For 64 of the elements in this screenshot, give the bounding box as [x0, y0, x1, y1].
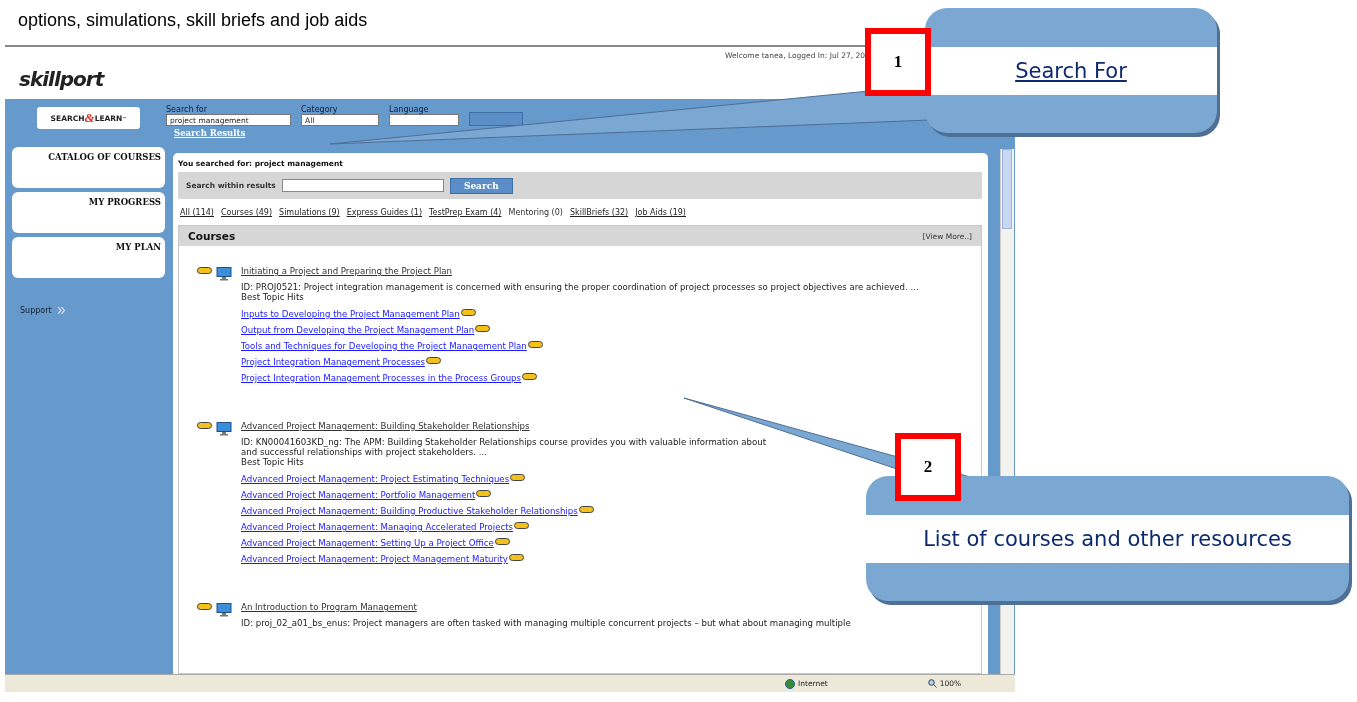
skillport-logo: skillport — [19, 67, 104, 91]
field-label: Search for — [166, 105, 209, 114]
course-description: ID: PROJ0521: Project integration management is concerned with ensuring the proper coordination of project processes so project objectives are achieved. ... — [241, 282, 919, 292]
topic-link[interactable]: Advanced Project Management: Building Productive Stakeholder Relationships — [241, 506, 578, 516]
monitor-icon — [216, 267, 232, 281]
filter-link[interactable]: TestPrep Exam (4) — [429, 208, 502, 217]
topic-link[interactable]: Advanced Project Management: Managing Accelerated Projects — [241, 522, 514, 532]
monitor-icon — [216, 603, 232, 617]
callout-text: List of courses and other resources — [923, 526, 1292, 551]
course-title-link[interactable]: An Introduction to Program Management — [241, 602, 851, 612]
pill-icon — [508, 554, 524, 561]
filter-link[interactable]: Express Guides (1) — [346, 208, 423, 217]
pill-icon — [475, 325, 491, 332]
filter-link[interactable]: All (114) — [180, 208, 214, 217]
filter-link[interactable]: Job Aids (19) — [635, 208, 686, 217]
callout-number: 1 — [865, 28, 931, 96]
field-label: Language — [389, 105, 430, 114]
callout-link[interactable]: Search For — [1015, 58, 1127, 83]
pill-icon — [494, 538, 510, 545]
topic-link[interactable]: Inputs to Developing the Project Management Plan — [241, 309, 460, 319]
topic-link[interactable]: Advanced Project Management: Project Estimating Techniques — [241, 474, 510, 484]
pill-icon — [527, 341, 543, 348]
filter-link[interactable]: Simulations (9) — [279, 208, 340, 217]
input-field[interactable] — [281, 179, 444, 192]
sidebar-nav-item[interactable]: CATALOG OF COURSES — [12, 147, 165, 188]
filter-link[interactable]: SkillBriefs (32) — [569, 208, 629, 217]
pill-icon — [578, 506, 594, 513]
section-title: Courses — [188, 230, 236, 242]
best-topic-hits-label: Best Topic Hits — [241, 457, 305, 468]
topic-link[interactable]: Project Integration Management Processes in the Process Groups — [241, 373, 522, 383]
course-title-link[interactable]: Advanced Project Management: Building Stakeholder Relationships — [241, 421, 767, 431]
course-description: ID: KN00041603KD_ng: The APM: Building Stakeholder Relationships course provides you with valuable information about — [241, 437, 767, 447]
pill-icon — [197, 603, 212, 610]
pill-icon — [476, 490, 492, 497]
double-chevron-icon — [57, 307, 65, 314]
dropdown-field[interactable] — [389, 114, 459, 126]
callout-number: 2 — [895, 433, 961, 501]
topic-link[interactable]: Advanced Project Management: Portfolio Management — [241, 490, 476, 500]
sidebar-nav-item[interactable]: MY PLAN — [12, 237, 165, 278]
topic-link[interactable]: Output from Developing the Project Management Plan — [241, 325, 475, 335]
course-description: ID: proj_02_a01_bs_enus: Project managers are often tasked with managing multiple concurrent projects – but what about managing multiple — [241, 618, 851, 628]
document-caption: options, simulations, skill briefs and job aids — [17, 9, 369, 32]
topic-link[interactable]: Advanced Project Management: Setting Up a Project Office — [241, 538, 494, 548]
pill-icon — [197, 267, 212, 274]
pill-icon — [460, 309, 476, 316]
magnifier-icon — [927, 679, 937, 688]
topic-link[interactable]: Advanced Project Management: Project Management Maturity — [241, 554, 508, 564]
topic-link[interactable]: Project Integration Management Processes — [241, 357, 425, 367]
monitor-icon — [216, 422, 232, 436]
pill-icon — [510, 474, 526, 481]
pill-icon — [522, 373, 538, 380]
filter-link: Mentoring (0) — [508, 208, 563, 217]
field-label: Category — [301, 105, 339, 114]
pill-icon — [514, 522, 530, 529]
globe-icon — [785, 678, 795, 689]
course-description: and successful relationships with project stakeholders. ... — [241, 447, 488, 457]
topic-link[interactable]: Tools and Techniques for Developing the Project Management Plan — [241, 341, 527, 351]
course-title-link[interactable]: Initiating a Project and Preparing the Project Plan — [241, 266, 919, 276]
support-link[interactable]: Support — [20, 306, 52, 315]
filter-link[interactable]: Courses (49) — [221, 208, 273, 217]
sidebar-nav-item[interactable]: MY PROGRESS — [12, 192, 165, 233]
pill-icon — [425, 357, 441, 364]
best-topic-hits-label: Best Topic Hits — [241, 292, 305, 303]
pill-icon — [197, 422, 212, 429]
